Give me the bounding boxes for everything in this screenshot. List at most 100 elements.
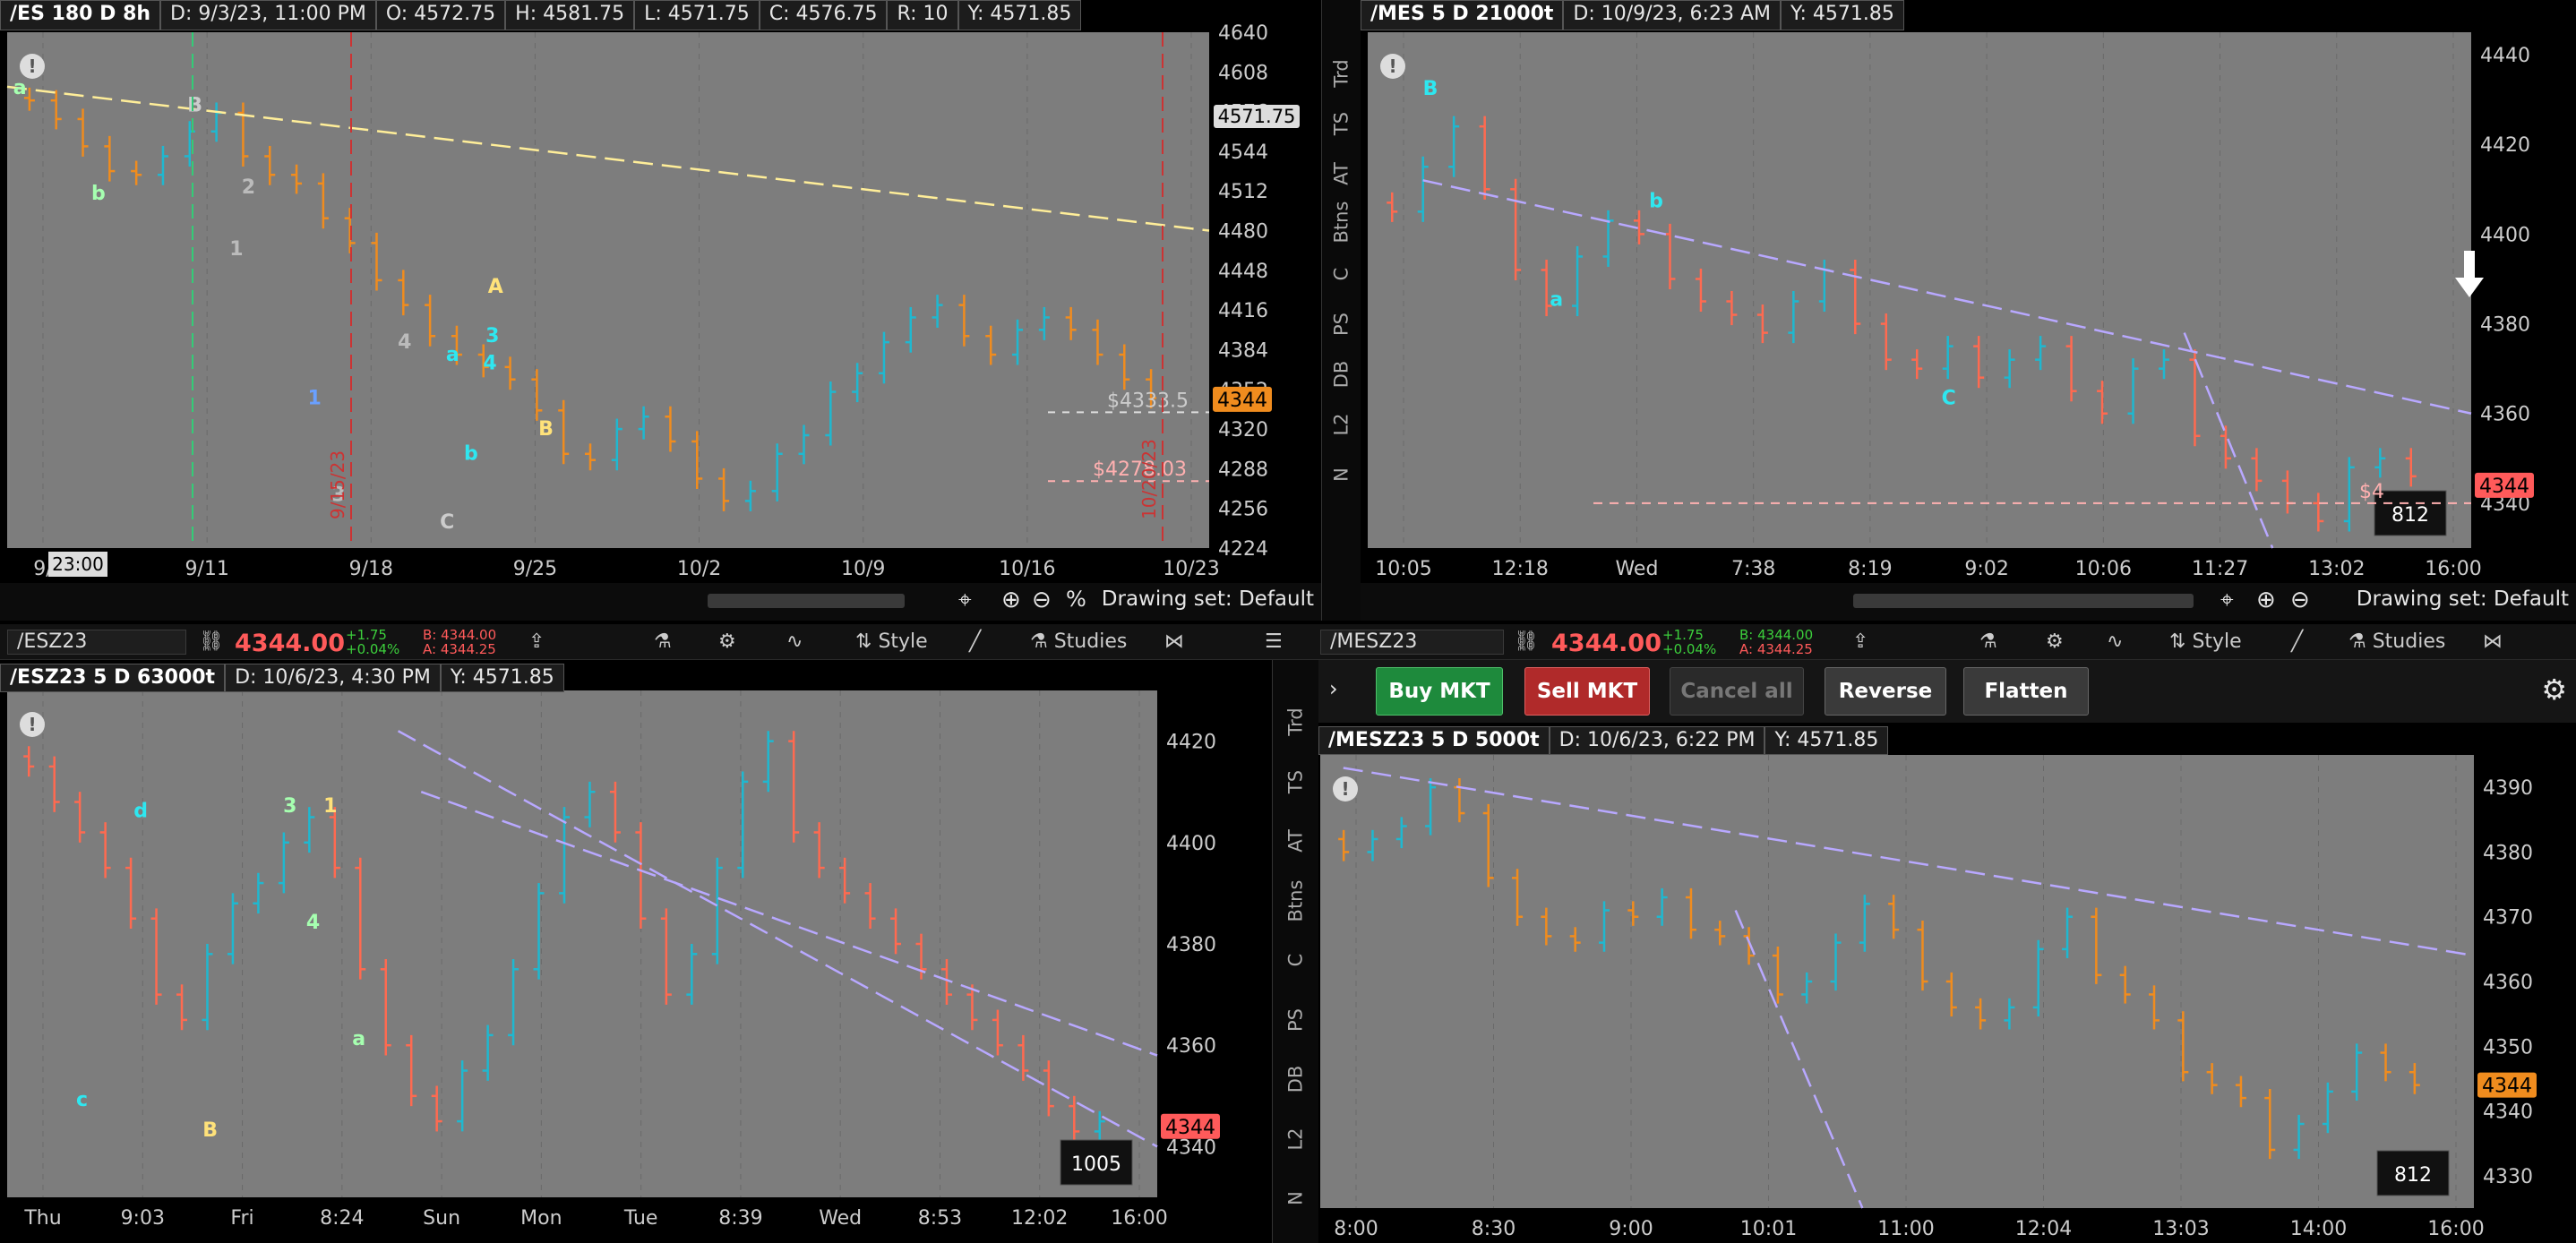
y-tick-label: 4288 xyxy=(1218,459,1268,481)
side-tab-ps[interactable]: PS xyxy=(1285,997,1307,1042)
side-tab-btns[interactable]: Btns xyxy=(1331,201,1352,244)
crosshair-icon[interactable]: ⌖ xyxy=(958,587,972,614)
drawing-tool-icon[interactable]: ╱ xyxy=(969,630,981,655)
x-tick-label: 11:00 xyxy=(1877,1218,1934,1240)
y-tick-label: 4380 xyxy=(2480,314,2530,337)
side-tabs-bottom: Trd TS AT Btns C PS DB L2 N xyxy=(1272,660,1318,1243)
vline-label: 9/15/23 xyxy=(327,450,348,519)
flask-icon[interactable]: ⚗ xyxy=(1979,630,1997,655)
indicator-icon[interactable]: ∿ xyxy=(2107,630,2123,655)
link-icon[interactable]: ⛓ xyxy=(199,630,224,655)
x-tick-label: Tue xyxy=(623,1207,658,1230)
side-tab-ts[interactable]: TS xyxy=(1331,105,1352,143)
side-tab-l2[interactable]: L2 xyxy=(1285,1116,1307,1162)
zoom-in-icon[interactable]: ⊕ xyxy=(1001,587,1021,613)
mes-21000t-chart[interactable]: 44404420440043804360434010:05 12:18 Wed 7:3… xyxy=(1361,0,2576,621)
side-tab-at[interactable]: AT xyxy=(1331,155,1352,193)
pattern-icon[interactable]: ⋈ xyxy=(1164,630,1184,655)
x-tick-label: 7:38 xyxy=(1731,558,1775,580)
drawing-set-label[interactable]: Drawing set: Default xyxy=(2357,587,2569,611)
zoom-out-icon[interactable]: ⊖ xyxy=(1032,587,1052,613)
wave-label: c xyxy=(76,1089,88,1111)
side-tab-n[interactable]: N xyxy=(1331,456,1352,494)
mesz23-chart[interactable]: 4390 4380 4370 4360 4350 4340 4330 8:00 8:30 9:00… xyxy=(1318,723,2576,1243)
studies-button[interactable]: ⚗ Studies xyxy=(1030,630,1127,655)
side-tab-at[interactable]: AT xyxy=(1285,819,1307,864)
gear-icon[interactable]: ⚙ xyxy=(2541,673,2567,707)
expand-chevron-icon[interactable]: › xyxy=(1329,676,1338,701)
horizontal-scrollbar[interactable] xyxy=(1853,594,2194,608)
x-tick-label: 12:04 xyxy=(2015,1218,2072,1240)
style-button[interactable]: ⇅ Style xyxy=(2169,630,2242,655)
side-tab-trd[interactable]: Trd xyxy=(1285,699,1307,745)
side-tab-c[interactable]: C xyxy=(1285,938,1307,983)
tick-counter-label: 812 xyxy=(2391,504,2429,527)
side-tab-l2[interactable]: L2 xyxy=(1331,406,1352,444)
wave-label: a xyxy=(1550,289,1563,312)
x-tick-label: 10/23 xyxy=(1163,558,1219,580)
wave-label: B xyxy=(187,95,202,117)
wave-label: 1 xyxy=(323,795,337,818)
reverse-button[interactable]: Reverse xyxy=(1825,667,1946,716)
gear-icon[interactable]: ⚙ xyxy=(2046,630,2064,655)
es-180d-chart[interactable]: 4640460845764544451244804448441643844352… xyxy=(0,0,1321,621)
y-readout: Y: 4571.85 xyxy=(1780,0,1904,30)
pattern-icon[interactable]: ⋈ xyxy=(2483,630,2503,655)
gear-icon[interactable]: ⚙ xyxy=(718,630,736,655)
percent-icon[interactable]: % xyxy=(1066,587,1086,612)
order-bar: › Buy MKT Sell MKT Cancel all Reverse Fl… xyxy=(1318,660,2576,723)
link-icon[interactable]: ⛓ xyxy=(1514,630,1539,655)
y-tick-label: 4608 xyxy=(1218,62,1268,84)
y-tick-label: 4640 xyxy=(1218,22,1268,45)
share-icon[interactable]: ⇪ xyxy=(528,630,545,655)
side-tab-ps[interactable]: PS xyxy=(1331,305,1352,344)
studies-button[interactable]: ⚗ Studies xyxy=(2348,630,2445,655)
side-tab-ts[interactable]: TS xyxy=(1285,759,1307,804)
side-tab-db[interactable]: DB xyxy=(1331,356,1352,394)
flatten-button[interactable]: Flatten xyxy=(1963,667,2089,716)
cancel-all-button[interactable]: Cancel all xyxy=(1670,667,1804,716)
side-tab-n[interactable]: N xyxy=(1285,1176,1307,1222)
esz23-chart[interactable]: 4420 4400 4380 4360 4340 Thu 9:03 Fri 8:24 Sun Mon… xyxy=(0,660,1272,1243)
chart-header: /MESZ23 5 D 5000t D: 10/6/23, 6:22 PM Y:… xyxy=(1318,726,1889,755)
symbol-selector[interactable]: /MESZ23 xyxy=(1320,630,1504,655)
drawing-tool-icon[interactable]: ╱ xyxy=(2291,630,2303,655)
side-tab-db[interactable]: DB xyxy=(1285,1057,1307,1102)
buy-market-button[interactable]: Buy MKT xyxy=(1376,667,1503,716)
share-icon[interactable]: ⇪ xyxy=(1852,630,1868,655)
y-tick-label: 4340 xyxy=(2483,1102,2533,1124)
side-tab-trd[interactable]: Trd xyxy=(1331,55,1352,93)
x-tick-label: 8:39 xyxy=(718,1207,762,1230)
menu-icon[interactable]: ☰ xyxy=(1265,630,1283,655)
flask-icon: ⚗ xyxy=(1030,630,1054,653)
wave-label: A xyxy=(488,276,503,298)
last-price-tag-label: 4344 xyxy=(1217,390,1267,412)
wave-label: C xyxy=(440,511,454,534)
zoom-out-icon[interactable]: ⊖ xyxy=(2290,587,2310,613)
x-tick-label: 8:19 xyxy=(1848,558,1892,580)
x-tick-label: 10/2 xyxy=(677,558,721,580)
x-tick-label: 8:24 xyxy=(320,1207,364,1230)
side-tabs-top: Trd TS AT Btns C PS DB L2 N xyxy=(1321,0,1361,621)
symbol-selector[interactable]: /ESZ23 xyxy=(7,630,186,655)
style-button[interactable]: ⇅ Style xyxy=(855,630,928,655)
wave-label: 1 xyxy=(308,387,322,409)
x-tick-label: 16:00 xyxy=(2425,558,2481,580)
indicator-icon[interactable]: ∿ xyxy=(786,630,803,655)
y-readout: Y: 4571.85 xyxy=(1765,726,1889,755)
side-tab-btns[interactable]: Btns xyxy=(1285,878,1307,923)
x-tick-label: Fri xyxy=(230,1207,253,1230)
chart-header: /ES 180 D 8h D: 9/3/23, 11:00 PM O: 4572… xyxy=(0,0,1082,30)
drawing-set-label[interactable]: Drawing set: Default xyxy=(1102,587,1314,611)
x-tick-label: 8:53 xyxy=(918,1207,962,1230)
side-tab-c[interactable]: C xyxy=(1331,255,1352,294)
flask-icon[interactable]: ⚗ xyxy=(654,630,672,655)
y-tick-label: 4440 xyxy=(2480,45,2530,67)
chart-header: /ESZ23 5 D 63000t D: 10/6/23, 4:30 PM Y:… xyxy=(0,664,564,692)
net-change-pct: +0.04% xyxy=(346,641,400,657)
crosshair-icon[interactable]: ⌖ xyxy=(2220,587,2234,614)
zoom-in-icon[interactable]: ⊕ xyxy=(2256,587,2276,613)
level-label: $4 xyxy=(2359,481,2384,503)
horizontal-scrollbar[interactable] xyxy=(708,594,905,608)
sell-market-button[interactable]: Sell MKT xyxy=(1524,667,1650,716)
